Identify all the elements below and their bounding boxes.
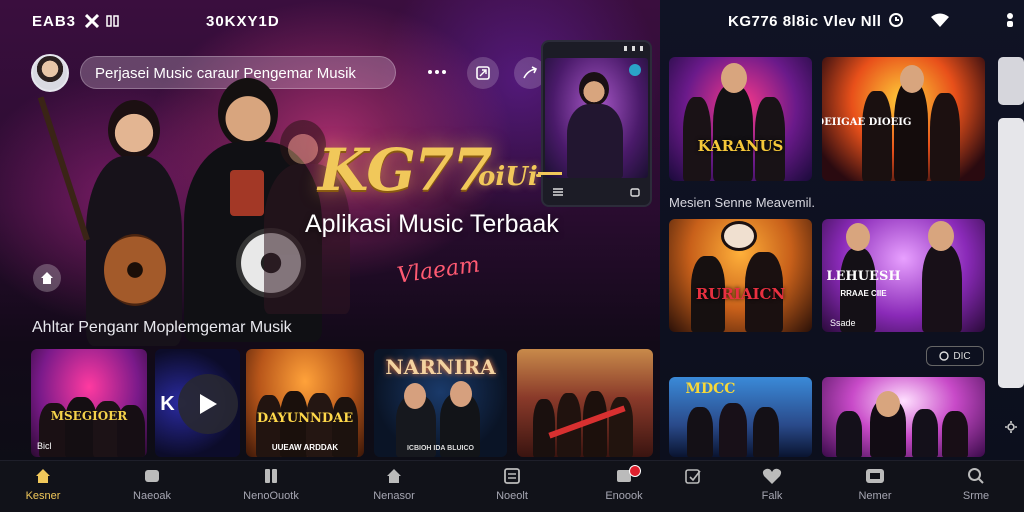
tv-icon — [865, 467, 885, 485]
status-bar: EAB3 30KXY1D KG776 8l8ic Vlev Nll — [0, 0, 1024, 40]
sync-icon — [888, 12, 904, 28]
playlist-card[interactable]: DEIIGAE DIOEIG — [822, 57, 985, 181]
phone-preview-image — [545, 58, 648, 178]
playlist-card[interactable] — [822, 377, 985, 457]
cast-icon — [476, 66, 490, 80]
nav-item-edit[interactable] — [648, 467, 738, 490]
share-icon — [522, 66, 538, 80]
nav-item-library[interactable]: Nenasor — [349, 467, 439, 502]
user-avatar[interactable] — [31, 54, 69, 92]
profile-small-icon — [1004, 12, 1016, 28]
playlist-card-subtitle: RRAAE CIIE — [840, 289, 887, 298]
brand-logo: KG77 — [318, 136, 493, 204]
status-mid-text: 30KXY1D — [206, 13, 280, 30]
nav-item-search[interactable]: Srme — [931, 467, 1021, 502]
list-icon — [503, 467, 521, 485]
album-card-title: MSEGIOER — [50, 409, 128, 423]
playlist-card[interactable]: MDCC — [669, 377, 812, 457]
phone-camera-icon — [630, 187, 640, 197]
house-icon — [385, 467, 403, 485]
album-icon — [143, 467, 161, 485]
playlist-card[interactable]: KARANUS — [669, 57, 812, 181]
status-icons — [888, 12, 1016, 28]
nav-item-favorites[interactable]: Falk — [727, 467, 817, 502]
nav-item-album[interactable]: Naeoak — [107, 467, 197, 502]
side-panel-strip[interactable] — [998, 118, 1024, 388]
nav-item-list[interactable]: Noeolt — [467, 467, 557, 502]
playlist-card-tag: Ssade — [830, 318, 856, 328]
home-icon — [40, 271, 54, 285]
playlist-card-title: KARANUS — [697, 137, 784, 155]
brand-logo-suffix: oiUi — [478, 162, 538, 192]
artist-female-figure — [37, 96, 188, 346]
playlist-card[interactable]: RURIAICN — [669, 219, 812, 332]
album-card-subtitle: ICBIOH IDA BLUICO — [406, 445, 475, 452]
wifi-icon — [930, 12, 950, 28]
pause-icon — [262, 467, 280, 485]
brand-dash — [538, 172, 562, 175]
playlist-card-title: LEHUESH — [826, 269, 901, 284]
section-title: Ahltar Penganr Moplemgemar Musik — [32, 319, 292, 336]
play-icon — [197, 392, 219, 416]
album-card[interactable]: NARNIRA ICBIOH IDA BLUICO — [374, 349, 507, 457]
edit-icon — [684, 467, 702, 485]
home-icon — [34, 467, 52, 485]
hero-tagline: Aplikasi Music Terbaak — [305, 210, 559, 238]
play-button[interactable] — [178, 374, 238, 434]
nav-item-tv[interactable]: Nemer — [830, 467, 920, 502]
nav-item-home[interactable]: Kesner — [0, 467, 88, 502]
playlist-card-title: DEIIGAE DIOEIG — [822, 117, 912, 128]
grid-caption: Mesien Senne Meavemil. — [669, 195, 815, 210]
album-card-title: DAYUNNDAE — [256, 411, 354, 426]
cast-button[interactable] — [467, 57, 499, 89]
album-card[interactable] — [517, 349, 653, 457]
status-right-text: KG776 8l8ic Vlev Nll — [728, 13, 882, 30]
playlist-card[interactable]: LEHUESH RRAAE CIIE Ssade — [822, 219, 985, 332]
heart-icon — [762, 467, 782, 485]
playlist-card-title: MDCC — [685, 381, 736, 397]
close-icon — [85, 14, 99, 28]
bottom-navigation: Kesner Naeoak NenoOuotk Nenasor Noeolt E… — [0, 460, 1024, 512]
album-card[interactable]: DAYUNNDAE UUEAW ARDDAK — [246, 349, 364, 457]
home-shortcut-button[interactable] — [33, 264, 61, 292]
mask-graphic — [721, 221, 757, 251]
playlist-card-title: RURIAICN — [695, 285, 786, 303]
options-icon — [939, 351, 950, 361]
grid-small-icon — [106, 15, 120, 27]
notification-badge — [629, 465, 641, 477]
settings-side-icon[interactable] — [1004, 420, 1018, 434]
side-panel-strip[interactable] — [998, 57, 1024, 105]
nav-item-playing[interactable]: NenoOuotk — [226, 467, 316, 502]
album-card-subtitle: Bicl — [37, 441, 52, 451]
more-options-button[interactable] — [423, 62, 451, 82]
status-left-text: EAB3 — [32, 13, 77, 30]
album-card-title: NARNIRA — [385, 355, 496, 379]
options-pill-button[interactable]: DIC — [926, 346, 984, 366]
phone-preview[interactable] — [541, 40, 652, 207]
search-icon — [967, 467, 985, 485]
options-pill-label: DIC — [953, 350, 971, 362]
album-card-subtitle: UUEAW ARDDAK — [271, 443, 339, 452]
album-card[interactable]: MSEGIOER Bicl — [31, 349, 147, 457]
phone-menu-icon — [553, 188, 563, 196]
